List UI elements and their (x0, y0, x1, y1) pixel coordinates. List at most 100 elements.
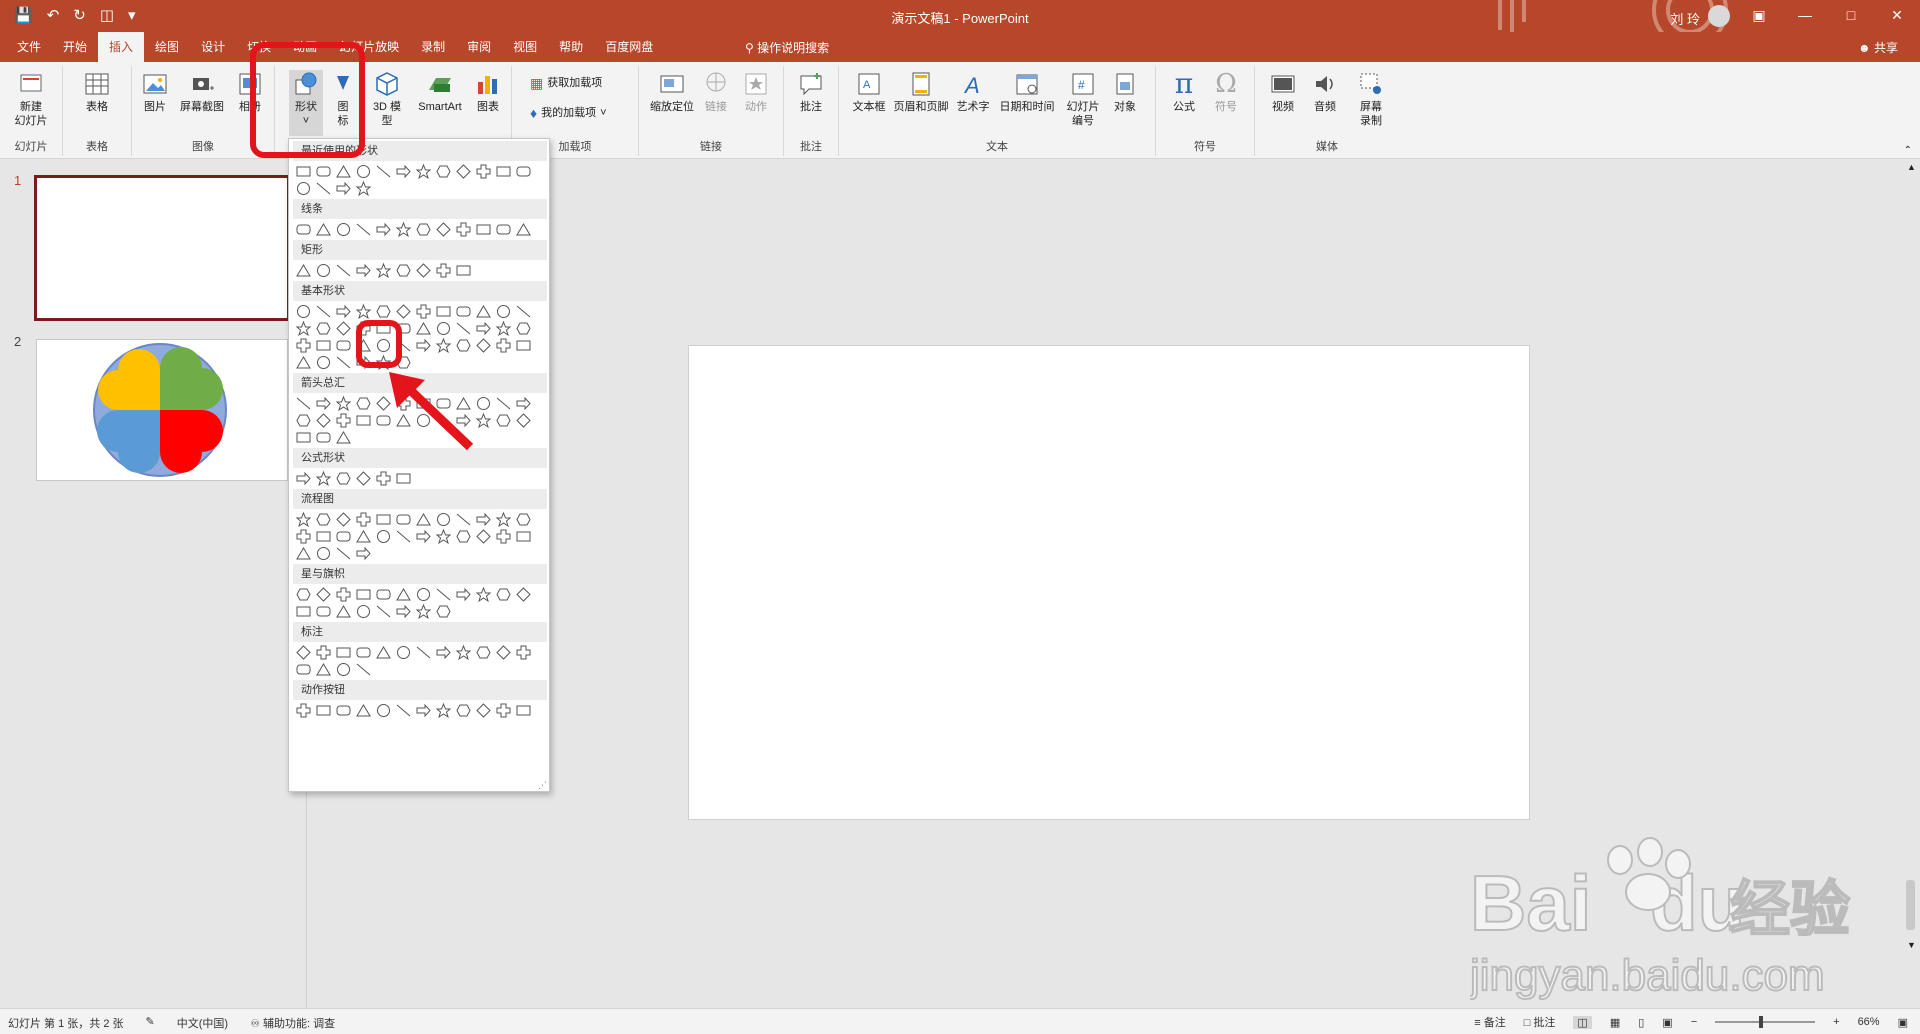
shape-option-icon[interactable] (495, 511, 512, 528)
slide-number-button[interactable]: # 幻灯片编号 (1061, 70, 1105, 128)
shape-option-icon[interactable] (355, 163, 372, 180)
chart-button[interactable]: 图表 (473, 70, 503, 114)
shape-option-icon[interactable] (315, 163, 332, 180)
shape-option-icon[interactable] (395, 303, 412, 320)
shape-option-icon[interactable] (475, 528, 492, 545)
shape-option-icon[interactable] (335, 511, 352, 528)
tab-12[interactable]: 百度网盘 (594, 32, 664, 62)
shape-option-icon[interactable] (515, 163, 532, 180)
shape-option-icon[interactable] (515, 395, 532, 412)
close-icon[interactable]: ✕ (1874, 0, 1920, 32)
shape-option-icon[interactable] (355, 303, 372, 320)
shape-option-icon[interactable] (335, 586, 352, 603)
shape-option-icon[interactable] (435, 262, 452, 279)
shape-option-icon[interactable] (355, 586, 372, 603)
shape-option-icon[interactable] (475, 412, 492, 429)
shape-option-icon[interactable] (355, 545, 372, 562)
shape-option-icon[interactable] (395, 511, 412, 528)
shape-option-icon[interactable] (295, 412, 312, 429)
shape-option-icon[interactable] (295, 528, 312, 545)
shape-option-icon[interactable] (375, 603, 392, 620)
shape-option-icon[interactable] (395, 470, 412, 487)
zoom-slider[interactable] (1715, 1016, 1816, 1028)
video-button[interactable]: 视频 (1265, 70, 1301, 114)
zoom-out-icon[interactable]: − (1691, 1016, 1697, 1028)
shape-option-icon[interactable] (375, 221, 392, 238)
shape-option-icon[interactable] (515, 221, 532, 238)
shape-option-icon[interactable] (475, 320, 492, 337)
shape-option-icon[interactable] (335, 180, 352, 197)
shape-option-icon[interactable] (515, 303, 532, 320)
shape-option-icon[interactable] (415, 528, 432, 545)
shape-option-icon[interactable] (455, 586, 472, 603)
tab-10[interactable]: 视图 (502, 32, 548, 62)
shape-option-icon[interactable] (435, 303, 452, 320)
new-slide-button[interactable]: 新建 幻灯片 (6, 70, 56, 128)
shape-option-icon[interactable] (475, 511, 492, 528)
shape-option-icon[interactable] (335, 412, 352, 429)
scroll-up-icon[interactable]: ▲ (1907, 162, 1916, 172)
accessibility-status[interactable]: ♾ 辅助功能: 调查 (250, 1015, 335, 1031)
shape-option-icon[interactable] (295, 661, 312, 678)
shape-option-icon[interactable] (295, 429, 312, 446)
shape-option-icon[interactable] (475, 303, 492, 320)
shape-option-icon[interactable] (315, 644, 332, 661)
link-button[interactable]: 链接 (699, 70, 733, 114)
shape-option-icon[interactable] (355, 603, 372, 620)
shape-option-icon[interactable] (355, 221, 372, 238)
normal-view-icon[interactable]: ◫ (1573, 1015, 1592, 1029)
shape-option-icon[interactable] (295, 303, 312, 320)
shape-option-icon[interactable] (335, 661, 352, 678)
textbox-button[interactable]: A 文本框 (849, 70, 889, 114)
shape-option-icon[interactable] (355, 702, 372, 719)
shape-option-icon[interactable] (455, 303, 472, 320)
shape-option-icon[interactable] (375, 262, 392, 279)
shape-option-icon[interactable] (495, 303, 512, 320)
zoom-slider-thumb[interactable] (1759, 1016, 1764, 1028)
shape-option-icon[interactable] (315, 545, 332, 562)
smartart-button[interactable]: SmartArt (413, 70, 467, 114)
shape-option-icon[interactable] (295, 702, 312, 719)
shape-option-icon[interactable] (355, 644, 372, 661)
shape-option-icon[interactable] (515, 337, 532, 354)
wordart-button[interactable]: A 艺术字 (953, 70, 993, 114)
shape-option-icon[interactable] (515, 586, 532, 603)
shape-option-icon[interactable] (375, 470, 392, 487)
shape-option-icon[interactable] (415, 644, 432, 661)
shape-option-icon[interactable] (335, 221, 352, 238)
shape-option-icon[interactable] (475, 395, 492, 412)
slide-canvas[interactable] (688, 345, 1530, 820)
ribbon-display-icon[interactable]: ▣ (1736, 0, 1782, 32)
shape-option-icon[interactable] (395, 702, 412, 719)
shape-option-icon[interactable] (415, 163, 432, 180)
shape-option-icon[interactable] (335, 354, 352, 371)
shape-option-icon[interactable] (315, 395, 332, 412)
shape-option-icon[interactable] (315, 528, 332, 545)
zoom-in-icon[interactable]: + (1833, 1016, 1839, 1028)
shape-option-icon[interactable] (415, 511, 432, 528)
shape-option-icon[interactable] (495, 412, 512, 429)
shape-option-icon[interactable] (375, 303, 392, 320)
shape-option-icon[interactable] (375, 163, 392, 180)
shape-option-icon[interactable] (315, 354, 332, 371)
shape-option-icon[interactable] (355, 511, 372, 528)
shape-option-icon[interactable] (335, 337, 352, 354)
shape-option-icon[interactable] (515, 528, 532, 545)
shape-option-icon[interactable] (495, 221, 512, 238)
shape-option-icon[interactable] (295, 320, 312, 337)
shape-option-icon[interactable] (395, 163, 412, 180)
shape-option-icon[interactable] (295, 603, 312, 620)
shape-option-icon[interactable] (315, 337, 332, 354)
shape-option-icon[interactable] (395, 586, 412, 603)
tab-3[interactable]: 绘图 (144, 32, 190, 62)
shape-option-icon[interactable] (375, 644, 392, 661)
shape-option-icon[interactable] (495, 702, 512, 719)
slide-sorter-icon[interactable]: ▦ (1610, 1016, 1620, 1029)
shape-option-icon[interactable] (415, 320, 432, 337)
shape-option-icon[interactable] (475, 163, 492, 180)
shape-option-icon[interactable] (335, 262, 352, 279)
shape-option-icon[interactable] (455, 221, 472, 238)
shape-option-icon[interactable] (475, 337, 492, 354)
picture-button[interactable]: 图片 (138, 70, 172, 114)
maximize-icon[interactable]: □ (1828, 0, 1874, 32)
